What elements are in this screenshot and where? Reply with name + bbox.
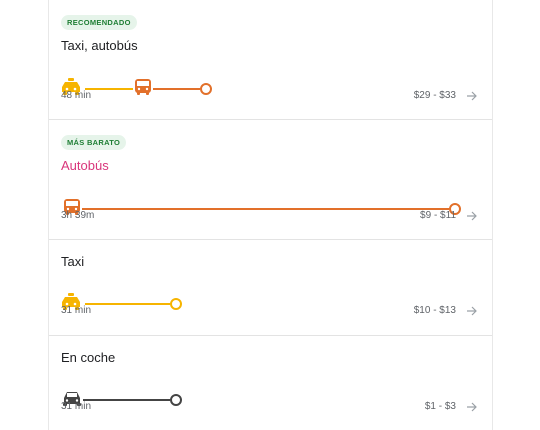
route-option-taxi[interactable]: Taxi 31 min $10 - $13 xyxy=(49,240,492,336)
trip-price: $10 - $13 xyxy=(413,305,456,316)
route-timeline xyxy=(62,293,182,310)
route-timeline xyxy=(64,199,461,215)
route-timeline xyxy=(62,78,212,95)
trip-duration: 31 min xyxy=(61,401,92,412)
destination-circle-icon xyxy=(170,298,182,310)
cheapest-badge: MÁS BARATO xyxy=(61,135,127,150)
trip-duration: 48 min xyxy=(61,90,92,101)
trip-price: $29 - $33 xyxy=(413,90,456,101)
route-option-title: Taxi xyxy=(61,254,85,269)
route-option-title: Autobús xyxy=(61,158,109,173)
route-option-car[interactable]: En coche 31 min $1 - $3 xyxy=(49,336,492,430)
route-options-list: RECOMENDADO Taxi, autobús 48 min $29 - $… xyxy=(48,0,493,430)
route-option-taxi-bus[interactable]: RECOMENDADO Taxi, autobús 48 min $29 - $… xyxy=(49,0,492,120)
destination-circle-icon xyxy=(200,83,212,95)
arrow-right-icon xyxy=(467,306,477,316)
arrow-right-icon xyxy=(467,211,477,221)
route-timeline xyxy=(63,392,182,406)
trip-price: $1 - $3 xyxy=(424,401,456,412)
trip-price: $9 - $11 xyxy=(420,210,456,221)
trip-duration: 31 min xyxy=(61,305,92,316)
bus-icon xyxy=(135,79,151,95)
arrow-right-icon xyxy=(467,91,477,101)
arrow-right-icon xyxy=(467,402,477,412)
trip-duration: 3h 39m xyxy=(61,210,95,221)
destination-circle-icon xyxy=(170,394,182,406)
route-option-title: Taxi, autobús xyxy=(61,38,138,53)
route-option-title: En coche xyxy=(61,350,116,365)
recommended-badge: RECOMENDADO xyxy=(61,15,137,30)
route-option-bus[interactable]: MÁS BARATO Autobús 3h 39m $9 - $11 xyxy=(49,120,492,240)
